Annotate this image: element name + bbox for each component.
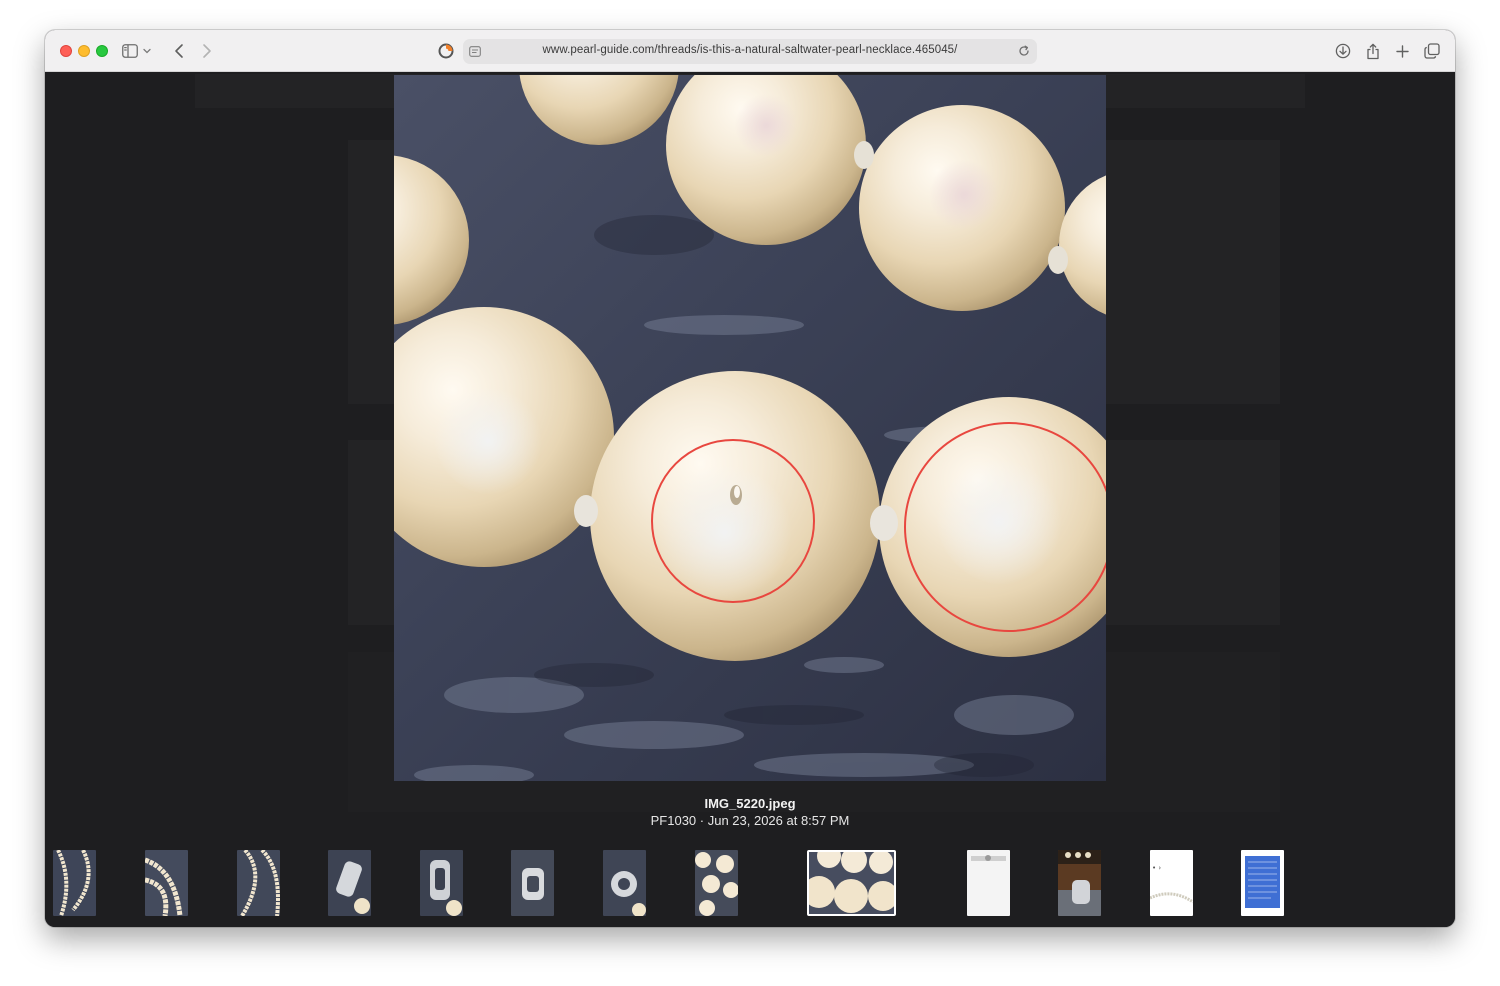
share-icon[interactable] <box>1363 41 1383 61</box>
back-icon[interactable] <box>169 41 189 61</box>
thumb-pearls-closeup[interactable] <box>695 850 738 916</box>
image-metadata: PF1030 · Jun 23, 2026 at 8:57 PM <box>650 813 850 828</box>
lightbox-main-image[interactable] <box>394 75 1106 781</box>
address-bar[interactable]: www.pearl-guide.com/threads/is-this-a-na… <box>463 39 1037 64</box>
thumb-necklace-1[interactable] <box>53 850 96 916</box>
thumb-current[interactable] <box>807 850 896 916</box>
minimize-window-button[interactable] <box>78 45 90 57</box>
reload-icon[interactable] <box>1015 42 1033 60</box>
browser-window: www.pearl-guide.com/threads/is-this-a-na… <box>45 30 1455 927</box>
chevron-down-icon[interactable] <box>142 41 152 61</box>
thumb-clasp-4[interactable] <box>603 850 646 916</box>
tabs-overview-icon[interactable] <box>1422 41 1442 61</box>
thumb-necklace-3[interactable] <box>237 850 280 916</box>
thumb-white-doc[interactable] <box>967 850 1010 916</box>
close-window-button[interactable] <box>60 45 72 57</box>
svg-text:• ›: • › <box>1152 864 1161 872</box>
thumb-brown-photo[interactable] <box>1058 850 1101 916</box>
thumb-necklace-2[interactable] <box>145 850 188 916</box>
thumb-strand-white[interactable]: • › <box>1150 850 1193 916</box>
thumb-blue-doc[interactable] <box>1241 850 1284 916</box>
sidebar-icon[interactable] <box>120 41 140 61</box>
zoom-window-button[interactable] <box>96 45 108 57</box>
url-text[interactable]: www.pearl-guide.com/threads/is-this-a-na… <box>463 44 1037 56</box>
browser-toolbar: www.pearl-guide.com/threads/is-this-a-na… <box>45 30 1455 72</box>
new-tab-icon[interactable] <box>1392 41 1412 61</box>
thumb-clasp-2[interactable] <box>420 850 463 916</box>
forward-icon[interactable] <box>197 41 217 61</box>
thumb-clasp-3[interactable] <box>511 850 554 916</box>
image-lightbox[interactable]: IMG_5220.jpeg PF1030 · Jun 23, 2026 at 8… <box>45 72 1455 927</box>
downloads-icon[interactable] <box>1333 41 1353 61</box>
site-icon <box>436 41 456 61</box>
thumb-clasp-1[interactable] <box>328 850 371 916</box>
image-filename: IMG_5220.jpeg <box>704 796 796 811</box>
